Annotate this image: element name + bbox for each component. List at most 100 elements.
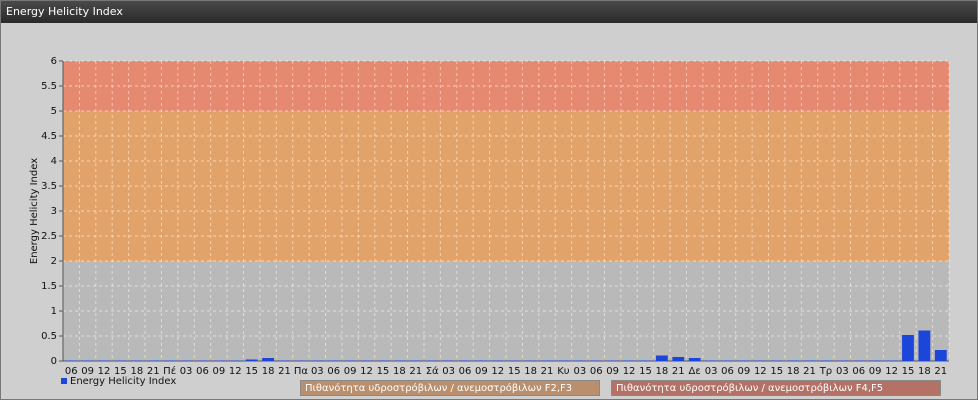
- bar: [212, 360, 225, 361]
- bar: [475, 360, 488, 361]
- window-title: Energy Helicity Index: [6, 5, 123, 18]
- x-tick-label: 09: [475, 366, 488, 377]
- bar: [787, 360, 800, 361]
- bar: [508, 360, 521, 361]
- x-tick-label: 03: [836, 366, 849, 377]
- x-tick-label: 06: [459, 366, 472, 377]
- x-tick-label: 03: [180, 366, 193, 377]
- y-tick-label: 0.5: [41, 331, 57, 342]
- bar: [245, 359, 258, 361]
- y-tick-label: 4.5: [41, 131, 57, 142]
- x-tick-label: 12: [623, 366, 636, 377]
- bar: [770, 360, 783, 361]
- bar: [573, 360, 586, 361]
- series-legend[interactable]: Energy Helicity Index: [61, 376, 176, 387]
- bar: [163, 360, 176, 361]
- bar: [541, 360, 553, 361]
- bar: [459, 360, 471, 361]
- x-tick-label: 18: [393, 366, 406, 377]
- bar: [426, 360, 439, 361]
- bar: [754, 360, 767, 361]
- x-tick-label: 12: [885, 366, 898, 377]
- x-tick-label: 15: [245, 366, 258, 377]
- bar: [409, 360, 422, 361]
- x-tick-label: 03: [573, 366, 586, 377]
- bar: [738, 360, 750, 361]
- bar: [852, 360, 865, 361]
- y-axis-label: Energy Helicity Index: [29, 158, 40, 264]
- band-legend-f2f3: Πιθανότητα υδροστρόβιλων / ανεμοστρόβιλω…: [300, 380, 600, 396]
- x-tick-label: 15: [508, 366, 521, 377]
- bar: [869, 360, 882, 361]
- bar: [295, 360, 307, 361]
- x-tick-label: 18: [262, 366, 275, 377]
- x-tick-label: 03: [442, 366, 455, 377]
- x-tick-label: 03: [705, 366, 718, 377]
- bar: [918, 330, 931, 361]
- x-tick-label: 21: [803, 366, 816, 377]
- x-tick-label: 15: [770, 366, 783, 377]
- title-bar: Energy Helicity Index: [1, 1, 977, 23]
- bar: [639, 360, 652, 361]
- x-tick-label: 15: [639, 366, 652, 377]
- x-tick-label: 18: [918, 366, 931, 377]
- bar: [672, 357, 685, 361]
- bar: [655, 355, 668, 361]
- x-tick-label: 06: [721, 366, 734, 377]
- bar: [262, 358, 274, 361]
- x-tick-label: Δε: [689, 366, 701, 377]
- x-tick-label: 12: [360, 366, 373, 377]
- x-tick-label: 21: [409, 366, 422, 377]
- x-tick-label: 12: [229, 366, 242, 377]
- bar: [196, 360, 209, 361]
- x-tick-label: 15: [902, 366, 915, 377]
- x-tick-label: 09: [869, 366, 882, 377]
- y-tick-label: 3.5: [41, 181, 57, 192]
- bar: [902, 335, 914, 361]
- x-tick-label: Σά: [426, 365, 439, 377]
- y-tick-label: 6: [51, 56, 57, 67]
- y-tick-label: 1: [51, 306, 57, 317]
- y-tick-label: 2: [51, 256, 57, 267]
- x-tick-label: 09: [213, 366, 226, 377]
- bar: [442, 360, 455, 361]
- x-tick-label: 12: [754, 366, 767, 377]
- bar: [606, 360, 619, 361]
- ehi-chart: 00.511.522.533.544.555.5606 09 12 15 18 21 Πέ 0…: [29, 56, 950, 377]
- chart-window: Energy Helicity Index 0 0.5 1 1.5 2 2.5 3 3.5 4 4…: [0, 0, 978, 400]
- x-tick-label: Πα: [294, 366, 309, 377]
- bar: [344, 360, 357, 361]
- x-tick-label: 21: [672, 366, 685, 377]
- bar: [836, 360, 849, 361]
- y-tick-label: 4: [51, 156, 57, 167]
- bar: [721, 360, 734, 361]
- bar: [65, 360, 78, 361]
- bar: [147, 360, 160, 361]
- bar: [114, 360, 127, 361]
- x-tick-label: 06: [196, 366, 209, 377]
- y-tick-label: 2.5: [41, 231, 57, 242]
- bar: [229, 360, 242, 361]
- x-tick-label: 09: [738, 366, 751, 377]
- y-tick-label: 5: [51, 106, 57, 117]
- x-tick-label: 03: [311, 366, 324, 377]
- x-tick-label: 21: [541, 366, 554, 377]
- chart-area: 0 0.5 1 1.5 2 2.5 3 3.5 4 4.5 5 5.5 6 06 09 12 15 18 21 Πέ 0…: [1, 23, 977, 399]
- x-tick-label: 06: [590, 366, 603, 377]
- x-tick-label: 21: [934, 366, 947, 377]
- x-tick-label: 12: [491, 366, 504, 377]
- bar: [524, 360, 537, 361]
- x-tick-label: 06: [327, 366, 340, 377]
- x-tick-label: 06: [852, 366, 865, 377]
- bar: [130, 360, 143, 361]
- bar: [377, 360, 389, 361]
- bar: [98, 360, 110, 361]
- x-tick-label: Τρ: [819, 366, 832, 377]
- bar: [180, 360, 192, 361]
- y-tick-label: 0: [51, 356, 57, 367]
- bar: [327, 360, 340, 361]
- bar: [590, 360, 603, 361]
- bar: [934, 350, 947, 361]
- bar: [491, 360, 504, 361]
- band-legend-f4f5: Πιθανότητα υδροστρόβιλων / ανεμοστρόβιλω…: [611, 380, 941, 396]
